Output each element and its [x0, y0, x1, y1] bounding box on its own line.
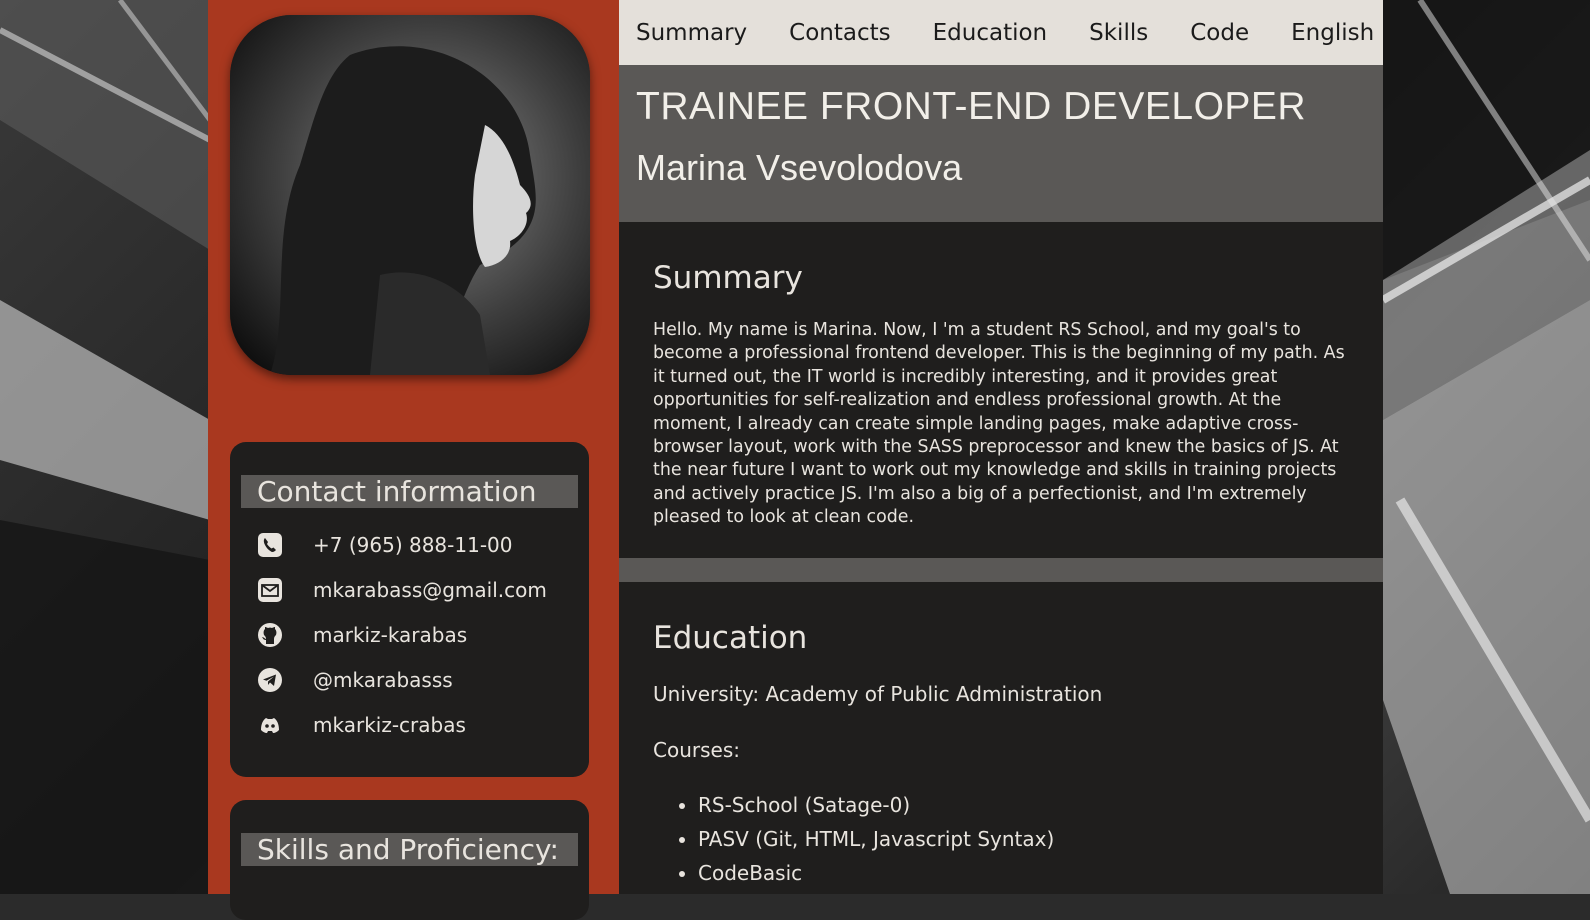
contact-item-github[interactable]: markiz-karabas [230, 612, 589, 657]
contact-item-email[interactable]: mkarabass@gmail.com [230, 567, 589, 612]
contact-card: Contact information +7 (965) 888-11-00 m… [230, 442, 589, 777]
education-title: Education [653, 620, 808, 656]
education-section: Education University: Academy of Public … [619, 582, 1383, 890]
skills-card: Skills and Proficiency: [230, 800, 589, 920]
discord-icon [257, 712, 283, 738]
contact-phone-text: +7 (965) 888-11-00 [313, 532, 513, 557]
contact-list: +7 (965) 888-11-00 mkarabass@gmail.com m… [230, 522, 589, 747]
contact-heading: Contact information [241, 475, 578, 508]
top-nav: Summary Contacts Education Skills Code E… [619, 0, 1383, 65]
nav-code[interactable]: Code [1190, 20, 1249, 46]
contact-github-text: markiz-karabas [313, 622, 468, 647]
course-item: RS-School (Satage-0) [698, 788, 1349, 822]
page-header: TRAINEE FRONT-END DEVELOPER Marina Vsevo… [619, 65, 1383, 222]
nav-skills[interactable]: Skills [1089, 20, 1148, 46]
skills-heading: Skills and Proficiency: [241, 833, 578, 866]
nav-english[interactable]: English [1291, 20, 1374, 46]
github-icon [257, 622, 283, 648]
summary-text: Hello. My name is Marina. Now, I 'm a st… [653, 320, 1345, 528]
contact-telegram-text: @mkarabasss [313, 667, 453, 692]
course-list: RS-School (Satage-0) PASV (Git, HTML, Ja… [653, 788, 1349, 890]
section-divider [619, 558, 1383, 582]
main-content: Summary Contacts Education Skills Code E… [619, 0, 1383, 894]
courses-label: Courses: [653, 738, 740, 762]
profile-photo [230, 15, 590, 375]
university-text: University: Academy of Public Administra… [653, 682, 1103, 706]
course-item: PASV (Git, HTML, Javascript Syntax) [698, 822, 1349, 856]
contact-item-discord[interactable]: mkarkiz-crabas [230, 702, 589, 747]
summary-section: Summary Hello. My name is Marina. Now, I… [619, 222, 1383, 558]
telegram-icon [257, 667, 283, 693]
job-title: TRAINEE FRONT-END DEVELOPER [636, 85, 1307, 128]
phone-icon [257, 532, 283, 558]
summary-title: Summary [653, 260, 803, 296]
contact-item-phone[interactable]: +7 (965) 888-11-00 [230, 522, 589, 567]
sidebar: Contact information +7 (965) 888-11-00 m… [208, 0, 619, 920]
mail-icon [257, 577, 283, 603]
nav-contacts[interactable]: Contacts [789, 20, 890, 46]
contact-item-telegram[interactable]: @mkarabasss [230, 657, 589, 702]
contact-discord-text: mkarkiz-crabas [313, 712, 466, 737]
nav-education[interactable]: Education [933, 20, 1048, 46]
contact-email-text: mkarabass@gmail.com [313, 577, 547, 602]
nav-summary[interactable]: Summary [636, 20, 747, 46]
person-name: Marina Vsevolodova [636, 147, 963, 188]
course-item: CodeBasic [698, 856, 1349, 890]
